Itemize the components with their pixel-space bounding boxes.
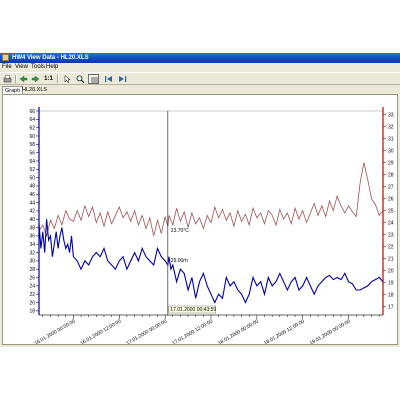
left-axis-tick-label: 62 xyxy=(29,125,35,131)
right-axis-tick-label: 17 xyxy=(388,304,394,310)
left-axis-tick-label: 44 xyxy=(29,200,35,206)
first-record-button[interactable] xyxy=(103,74,114,84)
left-axis-tick-label: 42 xyxy=(29,209,35,215)
skip-to-start-icon xyxy=(105,76,112,82)
left-axis-tick-label: 22 xyxy=(29,292,35,298)
cursor-humidity-label: 29.00rh xyxy=(171,258,188,264)
left-axis-tick-label: 46 xyxy=(29,192,35,198)
x-axis-tick-label: 18.01.2000 12:00:00 xyxy=(263,318,306,344)
right-axis-tick-label: 20 xyxy=(388,268,394,274)
scroll-right-button[interactable] xyxy=(30,74,41,84)
right-axis-tick-label: 25 xyxy=(388,208,394,214)
x-axis-tick-label: 18.01.2000 00:00:00 xyxy=(217,318,260,344)
left-axis-tick-label: 28 xyxy=(29,267,35,273)
right-axis-tick-label: 28 xyxy=(388,172,394,178)
left-axis-tick-label: 26 xyxy=(29,275,35,281)
left-axis-tick-label: 66 xyxy=(29,109,35,115)
printer-icon xyxy=(3,75,12,83)
right-axis-tick-label: 27 xyxy=(388,184,394,190)
window-title: HW4 View Data - HL20.XLS xyxy=(12,55,89,61)
scroll-left-button[interactable] xyxy=(18,74,29,84)
temperature-series-line xyxy=(38,162,384,238)
zoom-button[interactable] xyxy=(75,74,86,84)
right-axis-tick-label: 30 xyxy=(388,148,394,154)
x-axis-tick-label: 17.01.2000 00:00:00 xyxy=(125,318,168,344)
grid-lines-icon xyxy=(91,77,98,83)
arrow-right-icon xyxy=(31,75,40,83)
plot-area xyxy=(38,110,384,316)
zoom-1-1-button[interactable]: 1:1 xyxy=(43,74,54,84)
toolbar-separator xyxy=(15,75,17,83)
left-axis-tick-label: 60 xyxy=(29,134,35,140)
magnifier-icon xyxy=(76,75,85,83)
right-axis-tick-label: 24 xyxy=(388,220,394,226)
left-axis-tick-label: 52 xyxy=(29,167,35,173)
toolbar-separator xyxy=(57,75,59,83)
left-axis-tick-label: 36 xyxy=(29,234,35,240)
right-axis-tick-label: 23 xyxy=(388,232,394,238)
pointer-button[interactable] xyxy=(62,74,73,84)
menu-bar: File View Tools Help xyxy=(0,63,400,72)
menu-file[interactable]: File xyxy=(2,63,12,72)
left-axis-tick-label: 34 xyxy=(29,242,35,248)
left-axis-tick-label: 20 xyxy=(29,300,35,306)
x-axis-tick-label: 19.01.2000 00:00:00 xyxy=(309,318,352,344)
menu-tools[interactable]: Tools xyxy=(31,63,45,72)
left-axis-tick-label: 32 xyxy=(29,250,35,256)
app-icon xyxy=(2,54,9,61)
left-axis-tick-label: 24 xyxy=(29,284,35,290)
left-axis-tick-label: 54 xyxy=(29,159,35,165)
cursor-time-label: 17.01.2000 00:43:59 xyxy=(170,307,216,313)
x-axis-tick-label: 16.01.2000 00:00:00 xyxy=(34,318,77,344)
application-window: HW4 View Data - HL20.XLS File View Tools… xyxy=(0,53,400,347)
right-axis-tick-label: 19 xyxy=(388,280,394,286)
right-axis-tick-label: 33 xyxy=(388,112,394,118)
right-axis-tick-label: 26 xyxy=(388,196,394,202)
arrow-left-icon xyxy=(19,75,28,83)
toolbar: 1:1 xyxy=(0,72,400,85)
left-axis-tick-label: 30 xyxy=(29,259,35,265)
grid-toggle-button[interactable] xyxy=(88,74,99,84)
last-record-button[interactable] xyxy=(117,74,128,84)
cursor-temperature-label: 23.70°C xyxy=(171,228,190,234)
x-axis-tick-label: 17.01.2000 12:00:00 xyxy=(171,318,214,344)
cursor-arrow-icon xyxy=(64,75,71,83)
left-axis-tick-label: 56 xyxy=(29,150,35,156)
skip-to-end-icon xyxy=(119,76,127,82)
right-axis-tick-label: 31 xyxy=(388,136,394,142)
left-axis-tick-label: 48 xyxy=(29,184,35,190)
left-axis-tick-label: 40 xyxy=(29,217,35,223)
right-axis-tick-label: 18 xyxy=(388,292,394,298)
left-axis-tick-label: 58 xyxy=(29,142,35,148)
tab-strip: Graph HL20.XLS xyxy=(0,85,400,94)
right-axis-tick-label: 29 xyxy=(388,160,394,166)
left-axis-tick-label: 38 xyxy=(29,225,35,231)
menu-help[interactable]: Help xyxy=(46,63,58,72)
print-button[interactable] xyxy=(2,74,13,84)
x-axis-tick-label: 16.01.2000 12:00:00 xyxy=(80,318,123,344)
sensor-chart[interactable]: 18 20 22 24 26 28 30 32 34 36 38 40 42 44 46 48 50 52 54 56… xyxy=(3,95,397,344)
title-bar: HW4 View Data - HL20.XLS xyxy=(0,53,400,63)
graph-panel: 18 20 22 24 26 28 30 32 34 36 38 40 42 44 46 48 50 52 54 56… xyxy=(2,94,398,345)
right-axis-tick-label: 22 xyxy=(388,244,394,250)
right-axis-tick-label: 21 xyxy=(388,256,394,262)
left-axis-tick-label: 18 xyxy=(29,309,35,315)
tab-data-file[interactable]: HL20.XLS xyxy=(20,86,49,94)
humidity-series-line xyxy=(38,219,384,304)
menu-view[interactable]: View xyxy=(15,63,28,72)
left-axis-tick-label: 50 xyxy=(29,175,35,181)
right-axis-tick-label: 32 xyxy=(388,124,394,130)
left-axis-tick-label: 64 xyxy=(29,117,35,123)
